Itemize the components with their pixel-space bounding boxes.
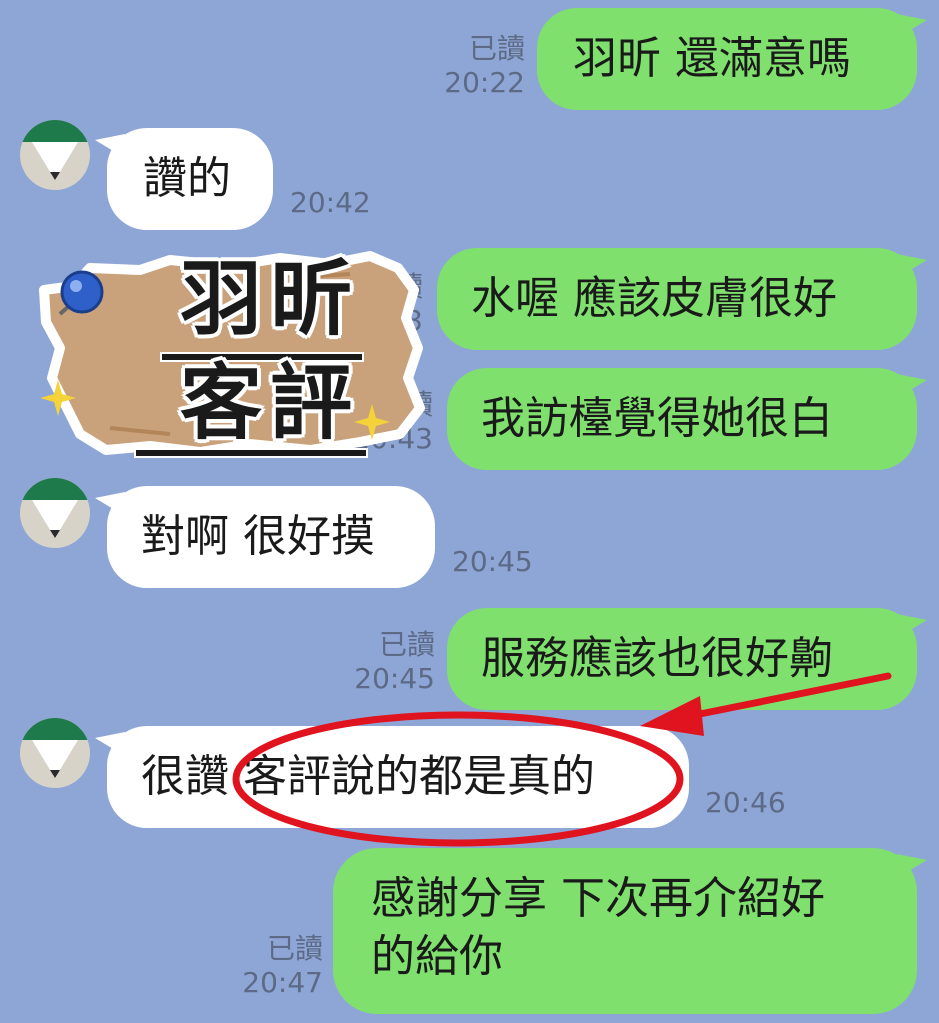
pencil-avatar-icon xyxy=(20,120,90,180)
message-text: 羽昕 還滿意嗎 xyxy=(573,33,851,84)
pushpin-icon xyxy=(58,270,104,316)
read-status: 已讀 20:47 xyxy=(242,932,323,1000)
message-text: 我訪檯覺得她很白 xyxy=(481,393,833,444)
read-label: 已讀 xyxy=(378,628,435,661)
sticker-title-line1: 羽昕 xyxy=(179,252,360,347)
message-bubble-received[interactable]: 對啊 很好摸 xyxy=(95,486,435,588)
pencil-avatar-icon xyxy=(20,478,90,538)
message-bubble-sent[interactable]: 我訪檯覺得她很白 xyxy=(447,368,927,470)
timestamp: 20:45 xyxy=(452,545,533,578)
timestamp: 20:42 xyxy=(290,186,371,219)
pencil-avatar-icon xyxy=(20,718,90,778)
message-bubble-sent[interactable]: 水喔 應該皮膚很好 xyxy=(437,248,927,350)
avatar[interactable] xyxy=(20,718,90,788)
avatar[interactable] xyxy=(20,478,90,548)
sticker-underline xyxy=(134,448,368,458)
timestamp: 20:47 xyxy=(242,966,323,999)
message-bubble-sent[interactable]: 服務應該也很好齁 xyxy=(447,608,927,710)
message-text-line2: 的給你 xyxy=(371,931,503,982)
read-label: 已讀 xyxy=(468,32,525,65)
timestamp: 20:46 xyxy=(705,786,786,819)
timestamp: 20:22 xyxy=(444,66,525,99)
read-status: 已讀 20:45 xyxy=(354,628,435,696)
sparkle-icon xyxy=(40,380,76,416)
message-bubble-sent[interactable]: 感謝分享 下次再介紹好 的給你 xyxy=(333,848,927,1014)
read-status: 已讀 20:22 xyxy=(444,32,525,100)
message-bubble-received[interactable]: 讚的 xyxy=(95,128,273,230)
message-text: 服務應該也很好齁 xyxy=(481,633,833,684)
avatar[interactable] xyxy=(20,120,90,190)
message-text-line1: 感謝分享 下次再介紹好 xyxy=(371,873,825,924)
read-label: 已讀 xyxy=(266,932,323,965)
message-text: 對啊 很好摸 xyxy=(141,511,375,562)
message-text: 讚的 xyxy=(143,153,231,204)
message-bubble-sent[interactable]: 羽昕 還滿意嗎 xyxy=(537,8,927,110)
message-text: 很讚 客評說的都是真的 xyxy=(141,751,595,802)
sparkle-icon xyxy=(354,404,390,440)
timestamp: 20:45 xyxy=(354,662,435,695)
sticker[interactable]: 羽昕 客評 xyxy=(30,238,450,478)
message-text: 水喔 應該皮膚很好 xyxy=(471,273,837,324)
message-bubble-received[interactable]: 很讚 客評說的都是真的 xyxy=(95,726,689,828)
